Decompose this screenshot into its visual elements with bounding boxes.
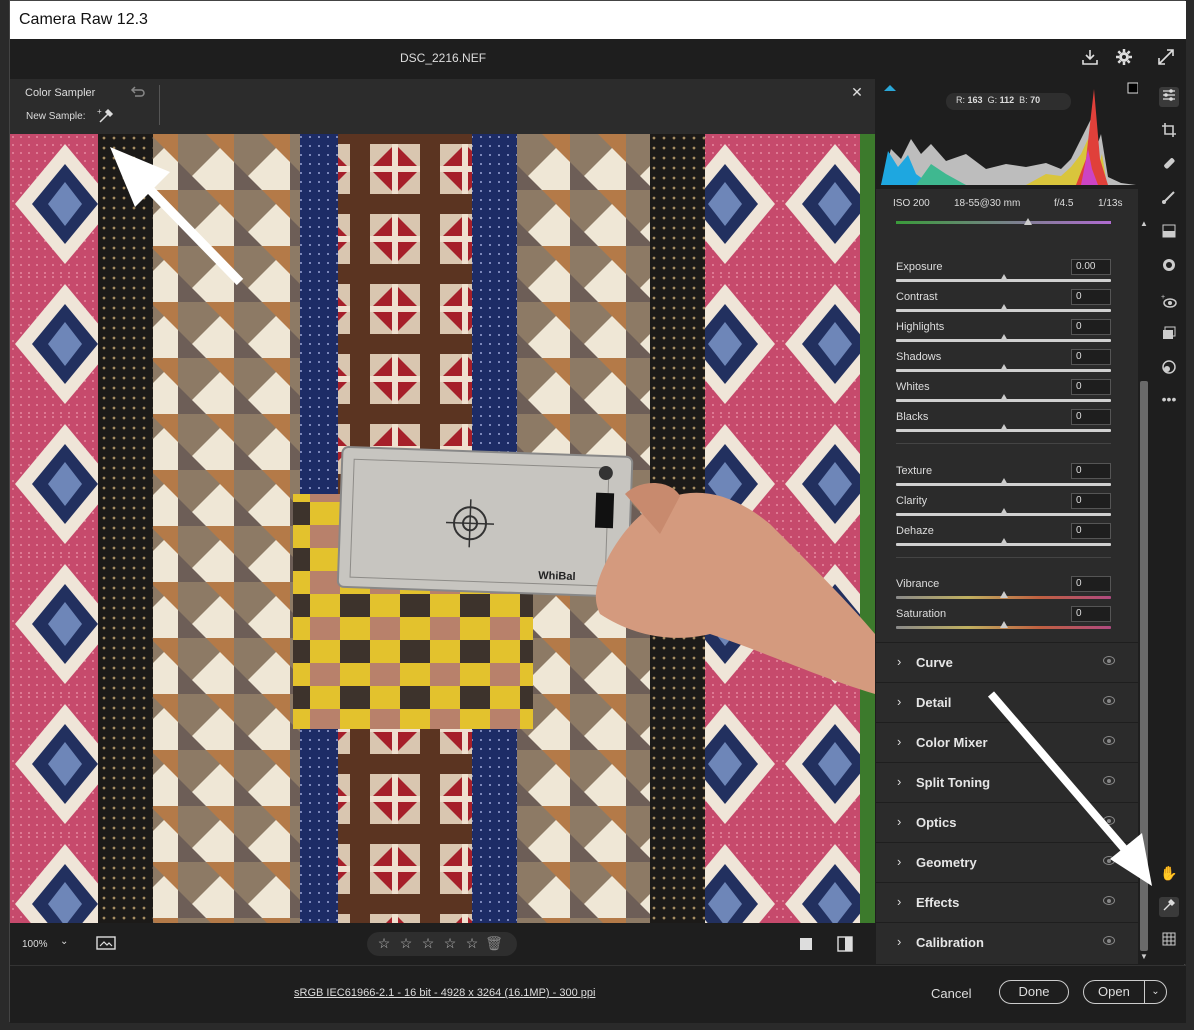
footer: sRGB IEC61966-2.1 - 16 bit - 4928 x 3264…: [10, 965, 1186, 1023]
open-button-label: Open: [1098, 984, 1130, 999]
cancel-button[interactable]: Cancel: [931, 986, 971, 1001]
camera-raw-window: Camera Raw 12.3 DSC_2216.NEF Color Sampl…: [9, 0, 1186, 1023]
workflow-options-link[interactable]: sRGB IEC61966-2.1 - 16 bit - 4928 x 3264…: [294, 987, 595, 999]
done-button[interactable]: Done: [999, 980, 1069, 1004]
open-button[interactable]: Open ⌄: [1083, 980, 1167, 1004]
open-options-chevron-down-icon[interactable]: ⌄: [1144, 981, 1166, 1003]
annotation-arrow-right: [987, 691, 1152, 886]
